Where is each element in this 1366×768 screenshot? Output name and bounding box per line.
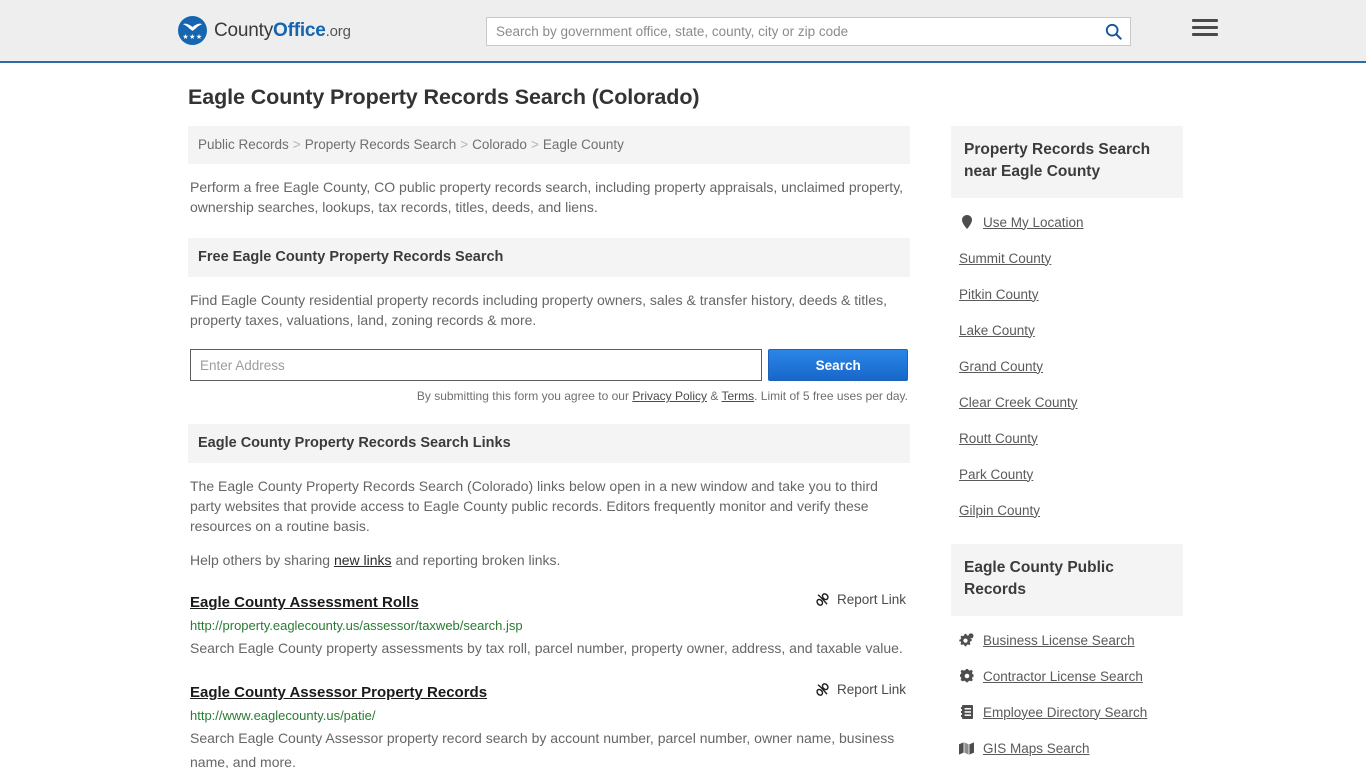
sidebar-item-use-my-location[interactable]: Use My Location [959, 204, 1183, 240]
links-section-paragraph: The Eagle County Property Records Search… [190, 478, 878, 534]
address-input[interactable] [190, 349, 763, 381]
site-header: ★★★ CountyOffice.org [0, 0, 1366, 63]
broken-link-icon [816, 683, 829, 696]
cogs-icon [959, 633, 974, 647]
sidebar-item-pitkin-county[interactable]: Pitkin County [959, 276, 1183, 312]
breadcrumb-separator: > [292, 137, 301, 152]
sidebar-nearby-label[interactable]: Clear Creek County [959, 395, 1078, 410]
sidebar-item-clear-creek-county[interactable]: Clear Creek County [959, 384, 1183, 420]
privacy-policy-link[interactable]: Privacy Policy [632, 389, 707, 403]
free-search-heading: Free Eagle County Property Records Searc… [188, 238, 910, 277]
report-link-button[interactable]: Report Link [815, 682, 908, 697]
logo-stars-icon: ★★★ [182, 34, 203, 41]
brand-wordmark: CountyOffice.org [214, 20, 351, 42]
breadcrumb: Public Records > Property Records Search > C… [188, 126, 910, 164]
disclaimer-amp: & [707, 389, 722, 403]
sidebar-nearby-heading: Property Records Search near Eagle Count… [951, 126, 1183, 198]
sidebar-public-records-label[interactable]: Business License Search [983, 633, 1135, 648]
map-icon [959, 741, 974, 755]
address-search-form: Search [188, 349, 910, 381]
sidebar-item-summit-county[interactable]: Summit County [959, 240, 1183, 276]
breadcrumb-item-eagle-county[interactable]: Eagle County [543, 137, 624, 152]
sidebar: Property Records Search near Eagle Count… [951, 126, 1183, 768]
sidebar-nearby-label[interactable]: Gilpin County [959, 503, 1040, 518]
sidebar-item-grand-county[interactable]: Grand County [959, 348, 1183, 384]
help-others-text: Help others by sharing new links and rep… [188, 536, 910, 570]
result-url[interactable]: http://property.eaglecounty.us/assessor/… [190, 618, 908, 633]
broken-link-icon [816, 593, 829, 606]
form-disclaimer: By submitting this form you agree to our… [188, 381, 910, 403]
sidebar-public-records-label[interactable]: Employee Directory Search [983, 705, 1147, 720]
brand-part-county: County [214, 19, 274, 41]
disclaimer-suffix: . Limit of 5 free uses per day. [754, 389, 908, 403]
search-icon [1105, 23, 1122, 40]
page-title: Eagle County Property Records Search (Co… [188, 85, 700, 109]
result-url[interactable]: http://www.eaglecounty.us/patie/ [190, 708, 908, 723]
report-link-label: Report Link [836, 682, 906, 697]
help-prefix: Help others by sharing [190, 552, 334, 568]
hamburger-menu-icon[interactable] [1192, 19, 1218, 36]
sidebar-public-records-list: Business License Search Contractor Licen… [951, 616, 1183, 768]
address-book-icon [959, 705, 974, 719]
breadcrumb-separator: > [530, 137, 539, 152]
sidebar-nearby-label[interactable]: Lake County [959, 323, 1035, 338]
breadcrumb-item-public-records[interactable]: Public Records [198, 137, 289, 152]
countyoffice-eagle-logo-icon: ★★★ [178, 16, 207, 45]
page-intro-text: Perform a free Eagle County, CO public p… [190, 179, 904, 215]
cog-icon [959, 669, 974, 683]
breadcrumb-item-colorado[interactable]: Colorado [472, 137, 527, 152]
sidebar-public-records-label[interactable]: GIS Maps Search [983, 741, 1090, 756]
sidebar-nearby-label[interactable]: Park County [959, 467, 1033, 482]
sidebar-nearby-label[interactable]: Summit County [959, 251, 1051, 266]
sidebar-item-lake-county[interactable]: Lake County [959, 312, 1183, 348]
result-title-link[interactable]: Eagle County Assessor Property Records [190, 684, 487, 701]
sidebar-public-records-heading: Eagle County Public Records [951, 544, 1183, 616]
result-title-link[interactable]: Eagle County Assessment Rolls [190, 594, 419, 611]
help-suffix: and reporting broken links. [391, 552, 561, 568]
search-submit-button[interactable] [1096, 18, 1130, 45]
brand-part-org: .org [325, 22, 351, 40]
result-item: Eagle County Assessment Rolls Report Lin… [188, 592, 910, 660]
main-column: Public Records > Property Records Search > C… [188, 126, 910, 768]
sidebar-item-gilpin-county[interactable]: Gilpin County [959, 492, 1183, 528]
sidebar-item-park-county[interactable]: Park County [959, 456, 1183, 492]
sidebar-nearby-list: Use My Location Summit County Pitkin Cou… [951, 198, 1183, 528]
breadcrumb-separator: > [460, 137, 469, 152]
sidebar-nearby-label[interactable]: Grand County [959, 359, 1043, 374]
page-container: Eagle County Property Records Search (Co… [183, 63, 1183, 768]
address-search-button[interactable]: Search [768, 349, 908, 381]
report-link-button[interactable]: Report Link [815, 592, 908, 607]
new-links-link[interactable]: new links [334, 552, 392, 568]
sidebar-item-routt-county[interactable]: Routt County [959, 420, 1183, 456]
free-search-description: Find Eagle County residential property r… [190, 292, 887, 328]
brand-part-office: Office [273, 19, 326, 41]
result-item: Eagle County Assessor Property Records R… [188, 682, 910, 768]
sidebar-item-contractor-license-search[interactable]: Contractor License Search [959, 658, 1183, 694]
global-search-bar[interactable] [486, 17, 1131, 46]
sidebar-nearby-label[interactable]: Routt County [959, 431, 1038, 446]
report-link-label: Report Link [836, 592, 906, 607]
links-section-heading: Eagle County Property Records Search Lin… [188, 424, 910, 463]
search-input[interactable] [487, 18, 1096, 45]
sidebar-item-business-license-search[interactable]: Business License Search [959, 622, 1183, 658]
terms-link[interactable]: Terms [721, 389, 754, 403]
result-description: Search Eagle County property assessments… [190, 640, 903, 656]
site-logo[interactable]: ★★★ CountyOffice.org [178, 16, 351, 45]
sidebar-item-employee-directory-search[interactable]: Employee Directory Search [959, 694, 1183, 730]
eagle-wing-icon [182, 23, 203, 31]
sidebar-item-gis-maps-search[interactable]: GIS Maps Search [959, 730, 1183, 766]
sidebar-nearby-label[interactable]: Use My Location [983, 215, 1084, 230]
map-pin-icon [959, 215, 974, 229]
sidebar-nearby-label[interactable]: Pitkin County [959, 287, 1039, 302]
disclaimer-prefix: By submitting this form you agree to our [416, 389, 633, 403]
breadcrumb-item-property-records-search[interactable]: Property Records Search [305, 137, 457, 152]
sidebar-public-records-label[interactable]: Contractor License Search [983, 669, 1143, 684]
result-description: Search Eagle County Assessor property re… [190, 730, 895, 768]
